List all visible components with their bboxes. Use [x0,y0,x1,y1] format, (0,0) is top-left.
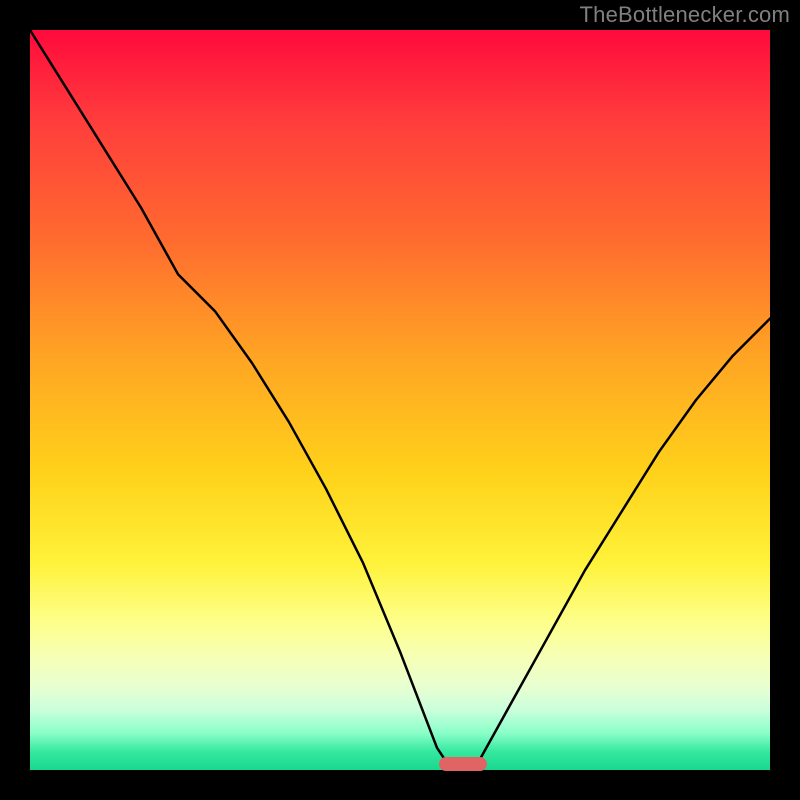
plot-area [30,30,770,770]
optimum-marker [439,757,487,771]
watermark-text: TheBottlenecker.com [580,2,790,28]
bottleneck-curve [30,30,770,770]
curve-layer [30,30,770,770]
chart-frame: TheBottlenecker.com [0,0,800,800]
